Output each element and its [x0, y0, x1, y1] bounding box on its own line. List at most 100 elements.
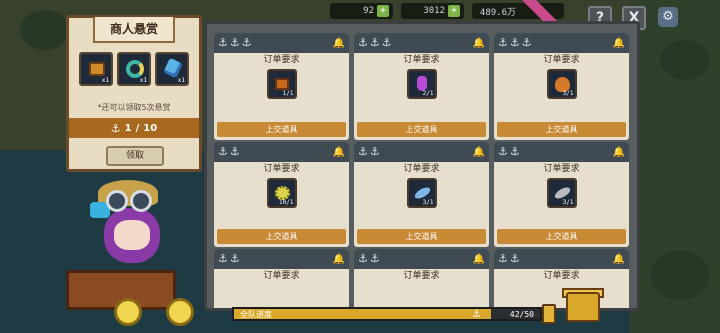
order-card: ⚓ ⚓ 🔔 订单要求 10/1 上交道具 [214, 142, 349, 247]
anchor-icon: ⚓ [241, 36, 252, 49]
currency-3-value: 489.6万 [479, 7, 516, 18]
currency-1-value: 92 [363, 6, 374, 16]
goggle-icon [130, 190, 152, 212]
add-currency-1-button[interactable]: + [377, 5, 389, 17]
bell-icon: 🔔 [472, 253, 485, 265]
merchant-bounty-panel: 商人悬赏 x1 x1 x1 *还可以领取5次悬赏 ⚓ 1 / 10 领取 [66, 15, 202, 172]
merchant-character [66, 178, 216, 333]
anchor-icon: ⚓ [369, 145, 380, 158]
treasure-box-icon [274, 78, 289, 90]
submit-item-button[interactable]: 上交道具 [217, 229, 346, 244]
order-label: 订单要求 [403, 55, 440, 65]
anchor-icon: ⚓ [218, 36, 228, 49]
order-item-slot[interactable]: 2/1 [406, 69, 437, 99]
order-label: 订单要求 [263, 164, 300, 174]
anchor-icon: ⚓ [229, 145, 240, 158]
order-header: ⚓ ⚓ ⚓ 🔔 [494, 33, 629, 53]
order-card: ⚓ ⚓ 🔔 订单要求 [214, 249, 349, 308]
submit-item-button[interactable]: 上交道具 [497, 229, 626, 244]
anchor-icon: ⚓ [498, 36, 508, 49]
team-info-icon[interactable] [542, 304, 556, 324]
anchor-icon: ⚓ [229, 36, 240, 49]
reward-slot[interactable]: x1 [155, 52, 189, 86]
reward-qty: x1 [139, 77, 147, 84]
order-header: ⚓ ⚓ 🔔 [494, 142, 629, 162]
goggle-icon [106, 190, 128, 212]
anchor-icon: ⚓ [229, 252, 240, 265]
anchor-icon: ⚓ [509, 145, 520, 158]
order-label: 订单要求 [543, 271, 580, 281]
submit-item-button[interactable]: 上交道具 [357, 122, 486, 137]
cart-wheel [166, 298, 194, 326]
order-header: ⚓ ⚓ 🔔 [214, 249, 349, 269]
order-header: ⚓ ⚓ ⚓ 🔔 [214, 33, 349, 53]
bounty-title: 商人悬赏 [93, 17, 175, 43]
order-card: ⚓ ⚓ 🔔 订单要求 [354, 249, 489, 308]
order-header: ⚓ ⚓ 🔔 [354, 142, 489, 162]
anchor-icon: ⚓ [358, 252, 368, 265]
ring-icon [126, 60, 144, 78]
order-header: ⚓ ⚓ 🔔 [214, 142, 349, 162]
order-item-slot[interactable]: 1/1 [266, 69, 297, 99]
currency-1: 92 + [330, 3, 393, 19]
order-card: ⚓ ⚓ 🔔 订单要求 3/1 上交道具 [494, 142, 629, 247]
bell-icon: 🔔 [612, 37, 625, 49]
anchor-icon: ⚓ [218, 252, 228, 265]
order-item-slot[interactable]: 3/1 [546, 69, 577, 99]
order-item-slot[interactable]: 10/1 [266, 178, 297, 208]
reward-slot[interactable]: x1 [117, 52, 151, 86]
currency-2-value: 3012 [423, 6, 445, 16]
anchor-icon: ⚓ [358, 36, 368, 49]
claim-button[interactable]: 领取 [106, 146, 164, 166]
potion-icon [416, 76, 427, 91]
reward-qty: x1 [101, 77, 109, 84]
bell-icon: 🔔 [612, 253, 625, 265]
order-card: ⚓ ⚓ 🔔 订单要求 3/1 上交道具 [354, 142, 489, 247]
treasure-chest-icon[interactable] [566, 292, 600, 322]
anchor-icon: ⚓ [498, 145, 508, 158]
order-label: 订单要求 [403, 271, 440, 281]
bounty-progress-current: 1 [124, 122, 132, 134]
anchor-icon: ⚓ [358, 145, 368, 158]
order-count: 3/1 [562, 199, 574, 206]
submit-item-button[interactable]: 上交道具 [217, 122, 346, 137]
order-label: 订单要求 [543, 164, 580, 174]
character-face [114, 220, 150, 250]
settings-icon[interactable]: ⚙ [658, 7, 678, 27]
order-count: 2/1 [422, 90, 434, 97]
add-currency-2-button[interactable]: + [448, 5, 460, 17]
anchor-icon: ⚓ [369, 36, 380, 49]
order-item-slot[interactable]: 3/1 [406, 178, 437, 208]
order-card: ⚓ ⚓ ⚓ 🔔 订单要求 3/1 上交道具 [494, 33, 629, 140]
currency-3: 489.6万 [472, 0, 564, 29]
bounty-progress-total: 10 [143, 122, 158, 134]
order-label: 订单要求 [403, 164, 440, 174]
order-item-slot[interactable]: 3/1 [546, 178, 577, 208]
submit-item-button[interactable]: 上交道具 [497, 122, 626, 137]
chest-icon [89, 62, 105, 76]
anchor-icon: ⚓ [509, 252, 520, 265]
bell-icon: 🔔 [332, 253, 345, 265]
anchor-icon: ⚓ [521, 36, 532, 49]
team-progress-bar: 全队进度 ⚓ 42/50 [232, 307, 542, 321]
submit-item-button[interactable]: 上交道具 [357, 229, 486, 244]
order-board: ⚓ ⚓ ⚓ 🔔 订单要求 1/1 上交道具 ⚓ ⚓ ⚓ 🔔 订单要求 2/1 上… [204, 21, 640, 311]
order-header: ⚓ ⚓ 🔔 [354, 249, 489, 269]
bounty-rewards: x1 x1 x1 [79, 52, 189, 86]
team-progress-fill [234, 309, 492, 319]
order-card: ⚓ ⚓ ⚓ 🔔 订单要求 2/1 上交道具 [354, 33, 489, 140]
bell-icon: 🔔 [332, 146, 345, 158]
bell-icon: 🔔 [472, 146, 485, 158]
bell-icon: 🔔 [332, 37, 345, 49]
bounty-note: *还可以领取5次悬赏 [97, 103, 171, 112]
reward-slot[interactable]: x1 [79, 52, 113, 86]
team-progress-count: 42/50 [509, 310, 534, 319]
team-progress-label: 全队进度 [240, 310, 272, 319]
order-label: 订单要求 [543, 55, 580, 65]
bell-icon: 🔔 [612, 146, 625, 158]
currency-bar: 92 + 3012 + 489.6万 [330, 0, 564, 29]
bounty-progress: ⚓ 1 / 10 [69, 118, 199, 138]
anchor-icon: ⚓ [381, 36, 392, 49]
order-count: 10/1 [279, 199, 294, 206]
order-count: 3/1 [562, 90, 574, 97]
